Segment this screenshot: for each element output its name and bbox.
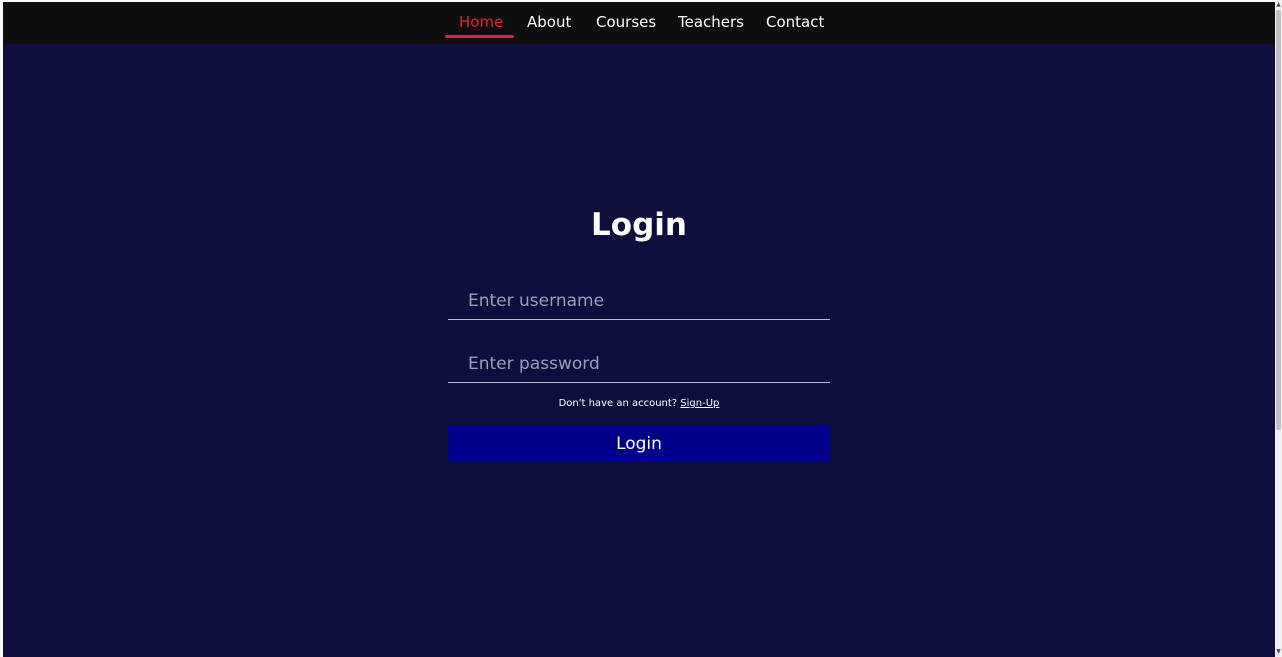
nav-contact[interactable]: Contact xyxy=(766,13,824,31)
signup-prompt-row: Don't have an account? Sign-Up xyxy=(3,397,1275,411)
nav-active-indicator xyxy=(445,35,514,38)
signup-link[interactable]: Sign-Up xyxy=(680,398,719,409)
nav-home[interactable]: Home xyxy=(459,13,503,31)
nav-about[interactable]: About xyxy=(527,13,571,31)
page-viewport: Home About Courses Teachers Contact Logi… xyxy=(3,2,1275,657)
nav-courses[interactable]: Courses xyxy=(596,13,656,31)
triangle-up-icon[interactable]: ▲ xyxy=(1275,1,1282,9)
login-button[interactable]: Login xyxy=(448,425,830,462)
login-title: Login xyxy=(591,207,687,243)
signup-prompt-text: Don't have an account? xyxy=(558,398,678,409)
triangle-down-icon[interactable]: ▼ xyxy=(1275,648,1282,656)
username-input[interactable] xyxy=(448,282,830,320)
scrollbar-thumb[interactable] xyxy=(1276,10,1281,430)
top-navbar: Home About Courses Teachers Contact xyxy=(3,2,1275,44)
password-input[interactable] xyxy=(448,345,830,383)
nav-teachers[interactable]: Teachers xyxy=(678,13,744,31)
